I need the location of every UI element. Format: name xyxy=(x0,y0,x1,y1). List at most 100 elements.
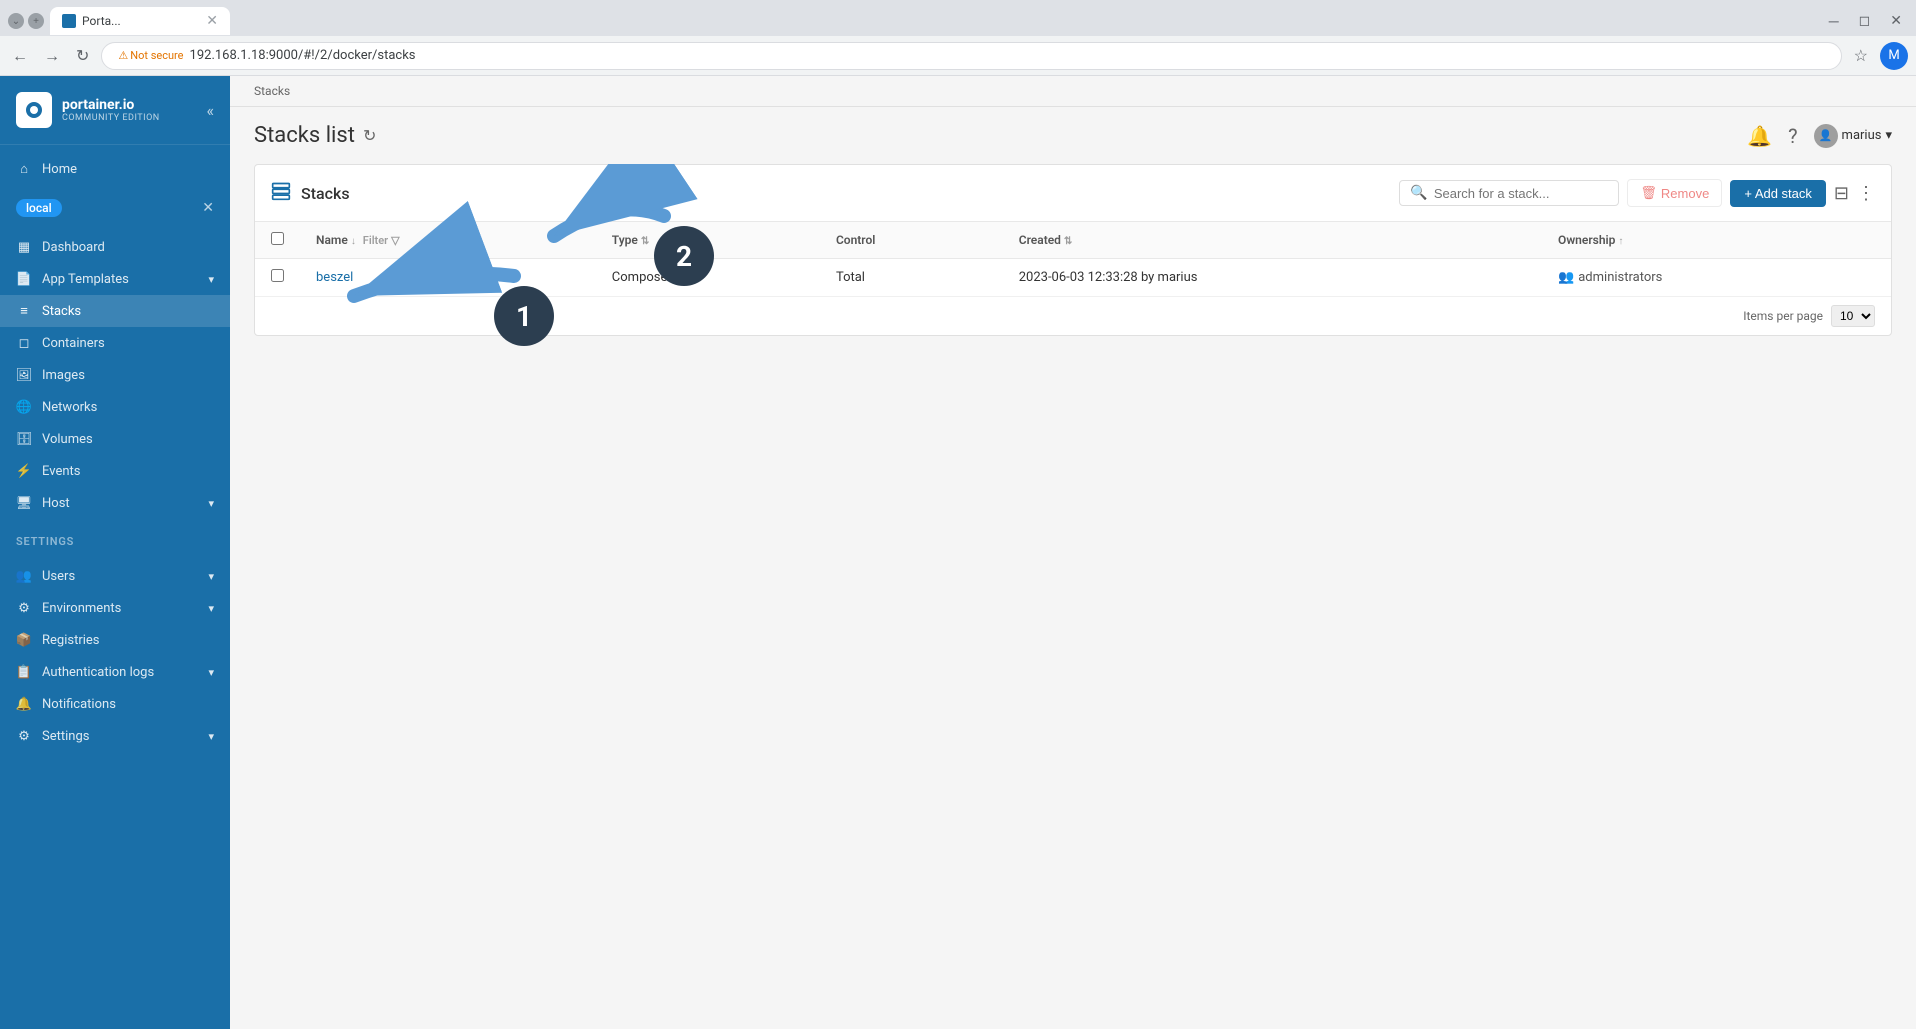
page-title: Stacks list xyxy=(254,123,355,148)
address-bar: ← → ↻ ⚠ Not secure 192.168.1.18:9000/#!/… xyxy=(0,36,1916,76)
col-created-header[interactable]: Created ⇅ xyxy=(1003,222,1542,259)
environments-icon: ⚙ xyxy=(16,600,32,616)
profile-btn[interactable]: M xyxy=(1880,42,1908,70)
stacks-panel: Stacks 🔍 🗑 Remove + Add stack xyxy=(254,164,1892,336)
select-all-checkbox[interactable] xyxy=(271,232,284,245)
close-btn[interactable]: ✕ xyxy=(1884,11,1908,31)
sidebar-item-registries[interactable]: 📦 Registries xyxy=(0,624,230,656)
browser-controls: ⌄ + xyxy=(8,13,44,29)
minimize-btn[interactable]: ─ xyxy=(1823,11,1845,32)
header-actions: 🔔 ? 👤 marius ▾ xyxy=(1747,124,1892,148)
bookmark-btn[interactable]: ☆ xyxy=(1850,42,1872,69)
auth-logs-chevron: ▾ xyxy=(208,666,214,679)
forward-btn[interactable]: → xyxy=(40,42,64,70)
sidebar-volumes-label: Volumes xyxy=(42,432,93,447)
app-templates-icon: 📄 xyxy=(16,271,32,287)
table-header: Name ↓ Filter ▽ Type ⇅ xyxy=(255,222,1891,259)
active-tab[interactable]: Porta... ✕ xyxy=(50,7,230,35)
help-icon[interactable]: ? xyxy=(1788,124,1797,148)
sidebar-item-host[interactable]: 🖥 Host ▾ xyxy=(0,487,230,519)
content-area: Stacks 🔍 🗑 Remove + Add stack xyxy=(230,164,1916,1029)
row-checkbox[interactable] xyxy=(271,269,284,282)
stacks-panel-icon xyxy=(271,181,291,206)
sidebar-environments-label: Environments xyxy=(42,601,121,616)
name-sort-icon: ↓ xyxy=(351,236,356,247)
env-badge[interactable]: local xyxy=(16,199,62,217)
app-layout: portainer.io COMMUNITY EDITION « ⌂ Home … xyxy=(0,76,1916,1029)
sidebar-notifications-label: Notifications xyxy=(42,697,116,712)
sidebar-item-volumes[interactable]: 🗄 Volumes xyxy=(0,423,230,455)
user-menu[interactable]: 👤 marius ▾ xyxy=(1814,124,1892,148)
address-input[interactable]: ⚠ Not secure 192.168.1.18:9000/#!/2/dock… xyxy=(101,42,1841,70)
settings-icon: ⚙ xyxy=(16,728,32,744)
stacks-icon: ≡ xyxy=(16,303,32,319)
items-per-page-select[interactable]: 10 xyxy=(1831,305,1875,327)
page-header: Stacks list ↻ 🔔 ? 👤 marius ▾ xyxy=(230,107,1916,164)
host-chevron: ▾ xyxy=(208,497,214,510)
sidebar-auth-logs-label: Authentication logs xyxy=(42,665,154,680)
sidebar-item-networks[interactable]: 🌐 Networks xyxy=(0,391,230,423)
panel-actions: 🔍 🗑 Remove + Add stack ⊟ ⋮ xyxy=(1399,179,1875,207)
stack-link[interactable]: beszel xyxy=(316,270,353,285)
refresh-btn[interactable]: ↻ xyxy=(363,126,376,145)
sidebar-networks-label: Networks xyxy=(42,400,97,415)
networks-icon: 🌐 xyxy=(16,399,32,415)
sidebar: portainer.io COMMUNITY EDITION « ⌂ Home … xyxy=(0,76,230,1029)
add-stack-label: + Add stack xyxy=(1744,186,1812,201)
environments-chevron: ▾ xyxy=(208,602,214,615)
add-stack-button[interactable]: + Add stack xyxy=(1730,180,1826,207)
row-type-cell: Compose xyxy=(596,259,820,297)
app-templates-chevron: ▾ xyxy=(208,273,214,286)
remove-label: Remove xyxy=(1661,186,1709,201)
type-sort-icon: ⇅ xyxy=(641,236,649,247)
ownership-icon: 👥 xyxy=(1558,270,1574,285)
search-box[interactable]: 🔍 xyxy=(1399,180,1619,206)
sidebar-item-users[interactable]: 👥 Users ▾ xyxy=(0,560,230,592)
user-name: marius xyxy=(1842,128,1882,143)
registries-icon: 📦 xyxy=(16,632,32,648)
restore-btn[interactable]: ◻ xyxy=(1853,11,1877,31)
window-controls: ─ ◻ ✕ xyxy=(1823,11,1908,32)
tab-close-btn[interactable]: ✕ xyxy=(206,13,218,29)
browser-new-tab[interactable]: + xyxy=(28,13,44,29)
auth-logs-icon: 📋 xyxy=(16,664,32,680)
search-input[interactable] xyxy=(1434,186,1609,201)
settings-section-label: Settings xyxy=(0,527,230,552)
row-checkbox-cell xyxy=(255,259,300,297)
filter-icon[interactable]: ▽ xyxy=(391,234,399,247)
sidebar-item-environments[interactable]: ⚙ Environments ▾ xyxy=(0,592,230,624)
sidebar-item-stacks[interactable]: ≡ Stacks xyxy=(0,295,230,327)
view-toggle-btn[interactable]: ⊟ xyxy=(1834,183,1849,204)
main-content: Stacks Stacks list ↻ 🔔 ? 👤 marius ▾ xyxy=(230,76,1916,1029)
sidebar-images-label: Images xyxy=(42,368,85,383)
more-options-btn[interactable]: ⋮ xyxy=(1857,183,1875,204)
browser-tab-list[interactable]: ⌄ xyxy=(8,13,24,29)
sidebar-item-auth-logs[interactable]: 📋 Authentication logs ▾ xyxy=(0,656,230,688)
volumes-icon: 🗄 xyxy=(16,431,32,447)
table-footer: Items per page 10 xyxy=(255,297,1891,335)
logo-icon xyxy=(16,92,52,128)
sidebar-item-images[interactable]: 🖼 Images xyxy=(0,359,230,391)
address-text: 192.168.1.18:9000/#!/2/docker/stacks xyxy=(190,48,416,63)
sidebar-registries-label: Registries xyxy=(42,633,100,648)
col-type-header[interactable]: Type ⇅ xyxy=(596,222,820,259)
sidebar-item-dashboard[interactable]: ▦ Dashboard xyxy=(0,231,230,263)
sidebar-settings-label: Settings xyxy=(42,729,89,744)
sidebar-collapse-btn[interactable]: « xyxy=(206,101,214,120)
sidebar-item-containers[interactable]: ◻ Containers xyxy=(0,327,230,359)
col-ownership-header[interactable]: Ownership ↑ xyxy=(1542,222,1891,259)
col-name-header[interactable]: Name ↓ Filter ▽ xyxy=(300,222,596,259)
env-close-btn[interactable]: ✕ xyxy=(202,200,214,216)
sidebar-item-app-templates[interactable]: 📄 App Templates ▾ xyxy=(0,263,230,295)
sidebar-users-label: Users xyxy=(42,569,75,584)
sidebar-item-events[interactable]: ⚡ Events xyxy=(0,455,230,487)
sidebar-item-notifications[interactable]: 🔔 Notifications xyxy=(0,688,230,720)
sidebar-item-home[interactable]: ⌂ Home xyxy=(0,153,230,185)
search-icon: 🔍 xyxy=(1410,185,1427,201)
stacks-table: Name ↓ Filter ▽ Type ⇅ xyxy=(255,222,1891,297)
back-btn[interactable]: ← xyxy=(8,42,32,70)
sidebar-item-settings[interactable]: ⚙ Settings ▾ xyxy=(0,720,230,752)
reload-btn[interactable]: ↻ xyxy=(72,42,93,69)
notification-bell-icon[interactable]: 🔔 xyxy=(1747,124,1772,148)
remove-button[interactable]: 🗑 Remove xyxy=(1627,179,1722,207)
